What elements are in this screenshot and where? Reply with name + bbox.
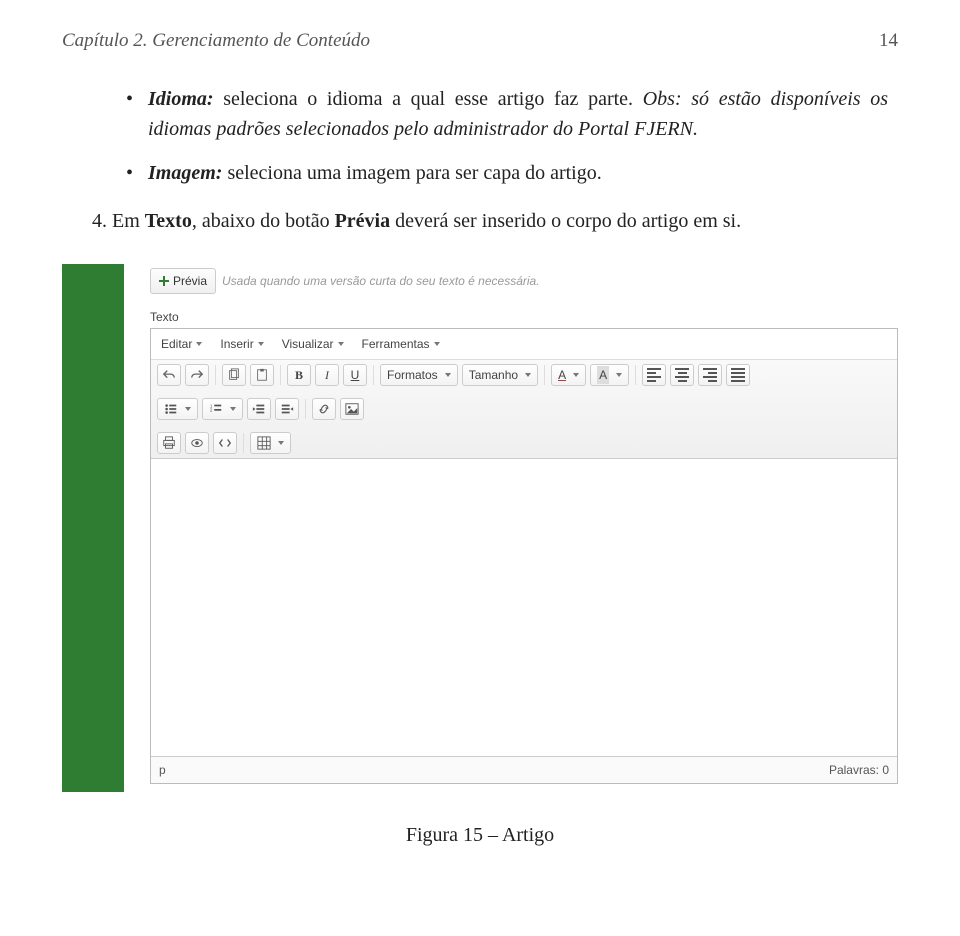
page-header: Capítulo 2. Gerenciamento de Conteúdo 14 bbox=[62, 30, 898, 52]
figure-caption: Figura 15 – Artigo bbox=[62, 820, 898, 850]
previa-button-label: Prévia bbox=[173, 272, 207, 290]
chevron-down-icon bbox=[445, 373, 451, 377]
label-idioma: Idioma: bbox=[148, 88, 214, 110]
status-words: Palavras: 0 bbox=[829, 761, 889, 779]
chevron-down-icon bbox=[434, 342, 440, 346]
preview-button[interactable] bbox=[185, 432, 209, 454]
code-button[interactable] bbox=[213, 432, 237, 454]
previa-hint: Usada quando uma versão curta do seu tex… bbox=[222, 272, 540, 290]
menu-visualizar[interactable]: Visualizar bbox=[282, 335, 344, 353]
formats-select[interactable]: Formatos bbox=[380, 364, 458, 386]
bold-button[interactable]: B bbox=[287, 364, 311, 386]
num4-pre: Em bbox=[112, 210, 145, 232]
outdent-button[interactable] bbox=[247, 398, 271, 420]
chevron-down-icon bbox=[616, 373, 622, 377]
editor-box: Editar Inserir Visualizar Ferramentas B … bbox=[150, 328, 898, 784]
indent-button[interactable] bbox=[275, 398, 299, 420]
texto-label: Texto bbox=[150, 308, 898, 326]
undo-button[interactable] bbox=[157, 364, 181, 386]
copy-button[interactable] bbox=[222, 364, 246, 386]
separator bbox=[243, 433, 244, 453]
content-body: Idioma: seleciona o idioma a qual esse a… bbox=[62, 84, 898, 850]
separator bbox=[215, 365, 216, 385]
chevron-down-icon bbox=[258, 342, 264, 346]
previa-button[interactable]: Prévia bbox=[150, 268, 216, 294]
sidebar-strip bbox=[62, 264, 124, 792]
bullet-idioma: Idioma: seleciona o idioma a qual esse a… bbox=[126, 84, 888, 144]
print-button[interactable] bbox=[157, 432, 181, 454]
status-path: p bbox=[159, 761, 166, 779]
num4-previa: Prévia bbox=[335, 210, 391, 232]
separator bbox=[635, 365, 636, 385]
chevron-down-icon bbox=[230, 407, 236, 411]
table-button[interactable] bbox=[250, 432, 291, 454]
num4-post: deverá ser inserido o corpo do artigo em… bbox=[390, 210, 741, 232]
align-center-button[interactable] bbox=[670, 364, 694, 386]
highlight-select[interactable]: A bbox=[590, 364, 629, 386]
status-bar: p Palavras: 0 bbox=[151, 756, 897, 783]
bullet-list-button[interactable] bbox=[157, 398, 198, 420]
editor-area: Prévia Usada quando uma versão curta do … bbox=[150, 264, 898, 792]
previa-row: Prévia Usada quando uma versão curta do … bbox=[150, 264, 898, 302]
italic-button[interactable]: I bbox=[315, 364, 339, 386]
separator bbox=[373, 365, 374, 385]
text-imagem: seleciona uma imagem para ser capa do ar… bbox=[222, 162, 601, 184]
align-right-button[interactable] bbox=[698, 364, 722, 386]
menu-ferramentas[interactable]: Ferramentas bbox=[362, 335, 440, 353]
menu-inserir[interactable]: Inserir bbox=[220, 335, 263, 353]
chevron-down-icon bbox=[278, 441, 284, 445]
num4-mid: , abaixo do botão bbox=[192, 210, 335, 232]
separator bbox=[544, 365, 545, 385]
menu-editar[interactable]: Editar bbox=[161, 335, 202, 353]
chapter-title: Capítulo 2. Gerenciamento de Conteúdo bbox=[62, 30, 370, 52]
bullet-imagem: Imagem: seleciona uma imagem para ser ca… bbox=[126, 158, 888, 188]
chevron-down-icon bbox=[185, 407, 191, 411]
fontcolor-select[interactable]: A bbox=[551, 364, 586, 386]
size-select[interactable]: Tamanho bbox=[462, 364, 538, 386]
editor-screenshot: Prévia Usada quando uma versão curta do … bbox=[62, 264, 898, 792]
chevron-down-icon bbox=[338, 342, 344, 346]
chevron-down-icon bbox=[573, 373, 579, 377]
svg-text:2: 2 bbox=[210, 408, 213, 413]
chevron-down-icon bbox=[196, 342, 202, 346]
text-idioma: seleciona o idioma a qual esse artigo fa… bbox=[214, 88, 643, 110]
underline-button[interactable]: U bbox=[343, 364, 367, 386]
editor-canvas[interactable] bbox=[151, 459, 897, 756]
toolbar: B I U Formatos Tamanho A A bbox=[151, 360, 897, 459]
num4-texto: Texto bbox=[145, 210, 192, 232]
label-imagem: Imagem: bbox=[148, 162, 222, 184]
page-number: 14 bbox=[879, 30, 898, 52]
chevron-down-icon bbox=[525, 373, 531, 377]
paste-button[interactable] bbox=[250, 364, 274, 386]
image-button[interactable] bbox=[340, 398, 364, 420]
separator bbox=[305, 399, 306, 419]
plus-icon bbox=[159, 276, 169, 286]
redo-button[interactable] bbox=[185, 364, 209, 386]
numbered-item-4: 4. Em Texto, abaixo do botão Prévia deve… bbox=[92, 206, 888, 236]
num-4: 4. bbox=[92, 210, 107, 232]
align-left-button[interactable] bbox=[642, 364, 666, 386]
align-justify-button[interactable] bbox=[726, 364, 750, 386]
menubar: Editar Inserir Visualizar Ferramentas bbox=[151, 329, 897, 360]
separator bbox=[280, 365, 281, 385]
link-button[interactable] bbox=[312, 398, 336, 420]
numbered-list-button[interactable]: 12 bbox=[202, 398, 243, 420]
